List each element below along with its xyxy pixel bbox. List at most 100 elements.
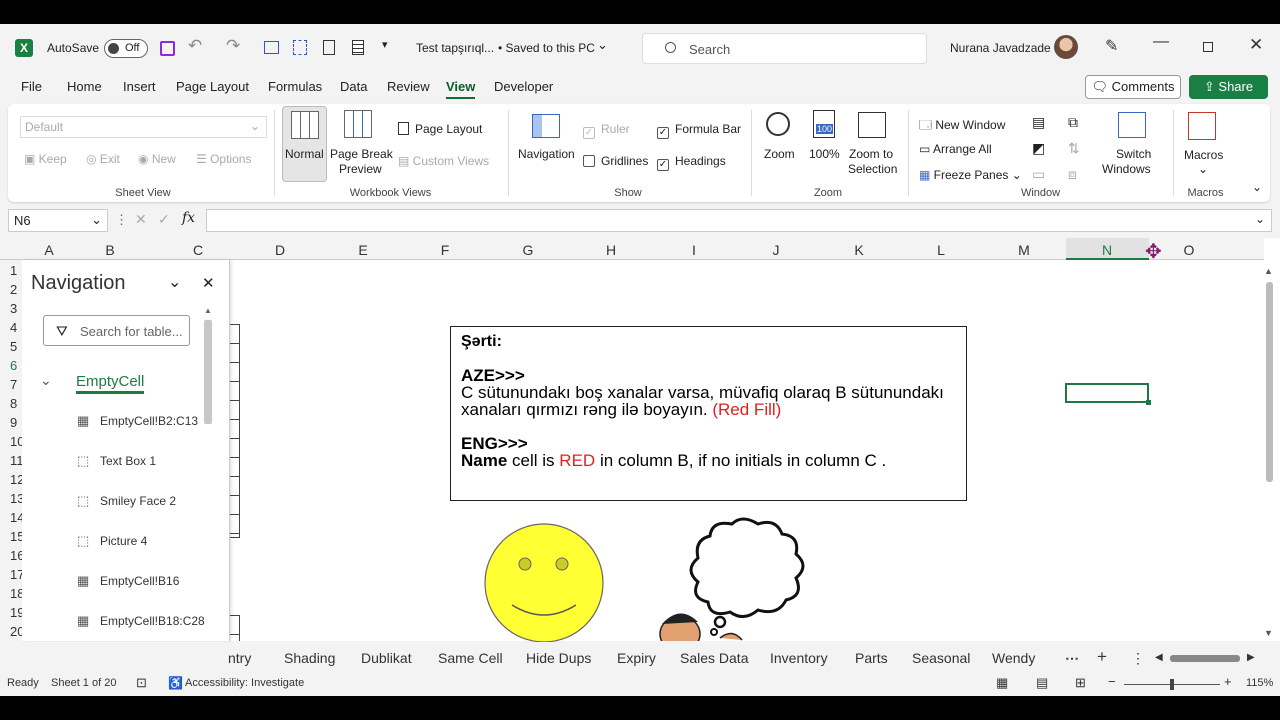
row-header[interactable]: 2 <box>10 282 17 297</box>
undo-icon[interactable]: ↶ <box>188 36 202 56</box>
redo-icon[interactable]: ↷ <box>226 36 240 56</box>
vertical-scrollbar[interactable] <box>1266 282 1273 482</box>
headings-checkbox[interactable]: ✓ Headings <box>657 154 726 171</box>
page-layout-status-icon[interactable]: ▤ <box>1036 675 1048 691</box>
zoom-out-icon[interactable]: − <box>1108 674 1116 689</box>
row-header[interactable]: 9 <box>10 415 17 430</box>
col-header[interactable]: M <box>1014 242 1034 258</box>
macros-button[interactable]: Macros <box>1184 148 1223 162</box>
zoom-button[interactable]: Zoom <box>764 147 795 161</box>
switch-windows-label-1[interactable]: Switch <box>1116 147 1151 161</box>
zoom-icon[interactable] <box>766 112 790 136</box>
tab-home[interactable]: Home <box>67 79 102 94</box>
row-header[interactable]: 8 <box>10 396 17 411</box>
scroll-up-icon[interactable]: ▲ <box>1264 266 1273 276</box>
tab-review[interactable]: Review <box>387 79 430 94</box>
screenshot-icon[interactable] <box>264 41 279 54</box>
gridlines-checkbox[interactable]: Gridlines <box>583 154 648 168</box>
zoom-in-icon[interactable]: + <box>1224 674 1232 689</box>
sheet-tab[interactable]: Same Cell <box>438 650 503 666</box>
tab-insert[interactable]: Insert <box>123 79 156 94</box>
arrange-all-button[interactable]: ▭ Arrange All <box>919 142 992 156</box>
scrollbar[interactable] <box>204 320 212 424</box>
col-header[interactable]: J <box>766 242 786 258</box>
view-side-by-side-icon[interactable]: ⧉ <box>1068 114 1078 131</box>
hide-icon[interactable]: ◩ <box>1032 140 1045 157</box>
share-button[interactable]: ⇪ Share <box>1189 75 1268 99</box>
picture-4[interactable] <box>650 516 850 641</box>
scroll-right-icon[interactable]: ▶ <box>1247 652 1255 663</box>
autosave-toggle[interactable]: Off <box>104 39 148 58</box>
chevron-down-icon[interactable]: ⌄ <box>597 37 608 53</box>
tab-developer[interactable]: Developer <box>494 79 553 94</box>
page-break-status-icon[interactable]: ⊞ <box>1075 675 1086 691</box>
col-header[interactable]: F <box>435 242 455 258</box>
zoom-selection-label-1[interactable]: Zoom to <box>849 147 893 161</box>
page-layout-button[interactable]: Page Layout <box>398 122 482 136</box>
col-header[interactable]: I <box>684 242 704 258</box>
normal-view-button[interactable]: Normal <box>282 106 327 182</box>
sheet-tab[interactable]: Dublikat <box>361 650 412 666</box>
col-header[interactable]: A <box>40 242 58 258</box>
row-header[interactable]: 3 <box>10 301 17 316</box>
scroll-up-icon[interactable]: ▲ <box>204 306 212 315</box>
macros-dropdown-icon[interactable]: ⌄ <box>1198 162 1208 176</box>
new-window-button[interactable]: 🗔 New Window <box>919 116 1005 137</box>
nav-root-sheet[interactable]: EmptyCell <box>76 373 145 394</box>
normal-view-status-icon[interactable]: ▦ <box>996 675 1008 691</box>
zoom-selection-label-2[interactable]: Selection <box>848 162 897 176</box>
insert-function-icon[interactable]: fx <box>182 210 195 226</box>
macros-icon[interactable] <box>1188 112 1216 140</box>
more-icon[interactable]: ⋮ <box>115 212 128 228</box>
chevron-down-icon[interactable]: ⌄ <box>40 372 52 389</box>
nav-item[interactable]: Smiley Face 2 <box>100 494 176 508</box>
more-sheets-icon[interactable]: ⋯ <box>1065 650 1079 667</box>
navigation-icon[interactable] <box>532 114 560 138</box>
tab-file[interactable]: File <box>21 79 42 94</box>
close-icon[interactable]: ✕ <box>1249 35 1263 55</box>
sheet-tab[interactable]: Inventory <box>770 650 828 666</box>
col-header[interactable]: D <box>270 242 290 258</box>
col-header[interactable]: C <box>188 242 208 258</box>
navigation-search-input[interactable]: ⛛ Search for table... <box>43 315 190 346</box>
nav-item[interactable]: Text Box 1 <box>100 454 156 468</box>
col-header[interactable]: B <box>100 242 120 258</box>
selected-cell-n6[interactable] <box>1065 383 1151 405</box>
worksheet-grid[interactable]: A B C D E F G H I J K L M N O ✥ 1 2 3 4 … <box>0 238 1280 649</box>
tab-page-layout[interactable]: Page Layout <box>176 79 249 94</box>
smiley-face-2[interactable] <box>482 521 606 645</box>
sheet-tab[interactable]: Hide Dups <box>526 650 591 666</box>
pen-icon[interactable]: ✎ <box>1105 36 1118 56</box>
customize-qat-icon[interactable]: ▾ <box>382 38 388 51</box>
formula-bar-checkbox[interactable]: ✓ Formula Bar <box>657 122 741 139</box>
zoom-100-icon[interactable]: 100 <box>813 110 835 138</box>
nav-item[interactable]: Picture 4 <box>100 534 147 548</box>
switch-windows-label-2[interactable]: Windows <box>1102 162 1151 176</box>
nav-item[interactable]: EmptyCell!B16 <box>100 574 179 588</box>
calculator-icon[interactable] <box>352 40 364 55</box>
save-icon[interactable] <box>160 41 175 56</box>
freeze-panes-button[interactable]: ▦ Freeze Panes ⌄ <box>919 168 1022 182</box>
nav-item[interactable]: EmptyCell!B18:C28 <box>100 614 205 628</box>
more-options-icon[interactable]: ⋮ <box>1131 650 1145 667</box>
row-header[interactable]: 5 <box>10 339 17 354</box>
tab-formulas[interactable]: Formulas <box>268 79 322 94</box>
select-icon[interactable] <box>293 40 307 55</box>
close-icon[interactable]: ✕ <box>202 274 215 292</box>
horizontal-scrollbar[interactable] <box>1170 655 1240 662</box>
text-box-1[interactable]: Şərti: AZE>>> C sütunundakı boş xanalar … <box>450 326 967 501</box>
user-name[interactable]: Nurana Javadzade <box>950 41 1051 55</box>
col-header[interactable]: L <box>931 242 951 258</box>
enter-icon[interactable]: ✓ <box>158 211 170 228</box>
search-box[interactable]: Search <box>642 33 927 64</box>
col-header[interactable]: H <box>601 242 621 258</box>
formula-input[interactable]: ⌄ <box>206 209 1272 232</box>
row-header[interactable]: 4 <box>10 320 17 335</box>
switch-windows-icon[interactable] <box>1118 112 1146 138</box>
macro-record-icon[interactable]: ⊡ <box>136 675 147 691</box>
zoom-100-button[interactable]: 100% <box>809 147 840 161</box>
col-header[interactable]: E <box>353 242 373 258</box>
sheet-tab[interactable]: Expiry <box>617 650 656 666</box>
add-sheet-icon[interactable]: + <box>1097 647 1107 667</box>
collapse-ribbon-icon[interactable]: ⌄ <box>1252 180 1262 194</box>
